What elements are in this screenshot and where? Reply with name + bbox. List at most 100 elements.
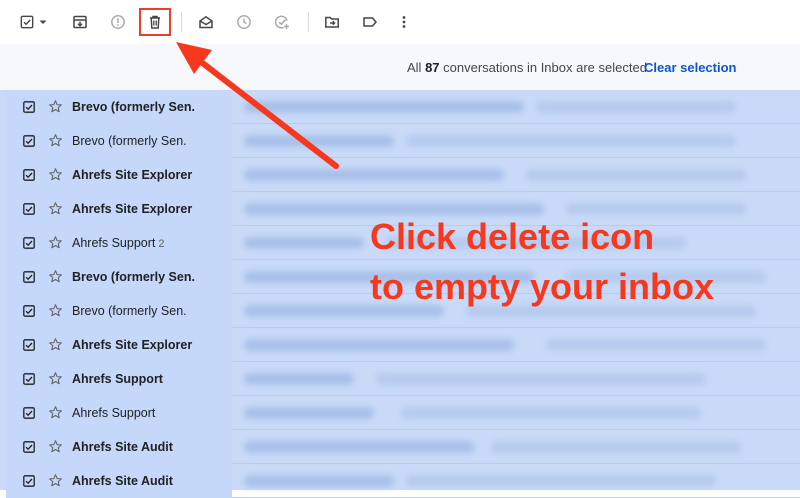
blurred-subject (244, 101, 524, 113)
blurred-snippet (376, 373, 706, 385)
select-all-dropdown[interactable] (14, 8, 54, 36)
star-icon[interactable] (48, 235, 63, 250)
star-icon[interactable] (48, 201, 63, 216)
checkbox-checked-icon[interactable] (23, 373, 35, 385)
checkbox-checked-icon[interactable] (23, 237, 35, 249)
blurred-subject (244, 339, 514, 351)
star-icon[interactable] (48, 473, 63, 488)
star-icon[interactable] (48, 167, 63, 182)
email-sender: Ahrefs Site Explorer (72, 168, 192, 182)
checkbox-checked-icon[interactable] (23, 271, 35, 283)
checkbox-checked-icon[interactable] (23, 305, 35, 317)
table-row[interactable]: Ahrefs Site Explorer (6, 328, 800, 362)
star-icon[interactable] (48, 371, 63, 386)
archive-button[interactable] (66, 8, 94, 36)
annotation-line-2: to empty your inbox (370, 266, 715, 307)
table-row[interactable]: Ahrefs Support (6, 396, 800, 430)
sender-name: Ahrefs Site Audit (72, 440, 173, 454)
sender-name: Brevo (formerly Sen. (72, 304, 187, 318)
annotation-text: Click delete icon to empty your inbox (370, 212, 714, 312)
blurred-subject (244, 169, 504, 181)
toolbar-divider (308, 12, 309, 32)
add-to-tasks-button[interactable] (268, 8, 296, 36)
add-to-tasks-icon (274, 15, 289, 29)
sender-name: Ahrefs Support (72, 372, 163, 386)
checkbox-checked-icon[interactable] (23, 203, 35, 215)
blurred-subject (244, 373, 354, 385)
sender-name: Brevo (formerly Sen. (72, 270, 195, 284)
clear-selection-link[interactable]: Clear selection (644, 60, 737, 75)
blurred-snippet (526, 169, 746, 181)
star-icon[interactable] (48, 303, 63, 318)
snooze-button[interactable] (230, 8, 258, 36)
email-sender: Brevo (formerly Sen. (72, 304, 187, 318)
blurred-snippet (536, 101, 736, 113)
report-spam-icon (111, 15, 125, 29)
delete-highlight-box (139, 8, 171, 36)
star-icon[interactable] (48, 99, 63, 114)
star-icon[interactable] (48, 439, 63, 454)
sender-name: Ahrefs Site Audit (72, 474, 173, 488)
sender-name: Ahrefs Support (72, 406, 156, 420)
checkbox-checked-icon[interactable] (23, 101, 35, 113)
blurred-snippet (546, 339, 766, 351)
blurred-subject (244, 237, 364, 249)
labels-button[interactable] (356, 8, 384, 36)
blurred-snippet (406, 475, 716, 487)
more-options-button[interactable] (390, 8, 418, 36)
blurred-subject (244, 407, 374, 419)
email-sender: Brevo (formerly Sen. (72, 134, 187, 148)
checkbox-checked-icon[interactable] (23, 339, 35, 351)
email-sender: Brevo (formerly Sen. (72, 270, 195, 284)
email-sender: Ahrefs Site Audit (72, 474, 173, 488)
checkbox-checked-icon[interactable] (23, 475, 35, 487)
email-sender: Ahrefs Support 2 (72, 236, 165, 250)
archive-icon (73, 15, 87, 29)
sender-name: Brevo (formerly Sen. (72, 100, 195, 114)
email-sender: Ahrefs Site Audit (72, 440, 173, 454)
star-icon[interactable] (48, 405, 63, 420)
blurred-subject (244, 135, 394, 147)
star-icon[interactable] (48, 269, 63, 284)
table-row[interactable]: Brevo (formerly Sen. (6, 124, 800, 158)
sender-name: Ahrefs Site Explorer (72, 202, 193, 216)
blurred-subject (244, 475, 394, 487)
table-row[interactable]: Ahrefs Site Audit (6, 464, 800, 498)
table-row[interactable]: Ahrefs Support (6, 362, 800, 396)
toolbar (0, 0, 800, 44)
blurred-subject (244, 441, 474, 453)
caret-down-icon (39, 20, 47, 24)
label-icon (363, 17, 377, 27)
checkbox-checked-icon[interactable] (23, 407, 35, 419)
checkbox-checked-icon[interactable] (23, 135, 35, 147)
more-icon (402, 16, 406, 28)
mark-read-icon (199, 15, 213, 29)
report-spam-button[interactable] (104, 8, 132, 36)
star-icon[interactable] (48, 133, 63, 148)
snooze-icon (237, 15, 251, 29)
email-sender: Brevo (formerly Sen. (72, 100, 195, 114)
thread-count: 2 (158, 238, 165, 250)
mark-as-read-button[interactable] (192, 8, 220, 36)
table-row[interactable]: Ahrefs Site Audit (6, 430, 800, 464)
move-to-icon (325, 16, 339, 28)
sender-name: Ahrefs Support (72, 236, 156, 250)
email-sender: Ahrefs Support (72, 406, 155, 420)
toolbar-divider (181, 12, 182, 32)
email-sender: Ahrefs Site Explorer (72, 202, 192, 216)
table-row[interactable]: Brevo (formerly Sen. (6, 90, 800, 124)
blurred-snippet (406, 135, 736, 147)
selection-banner: All 87 conversations in Inbox are select… (0, 44, 800, 90)
email-sender: Ahrefs Support (72, 372, 163, 386)
selected-count: 87 (425, 60, 440, 75)
move-to-button[interactable] (318, 8, 346, 36)
sender-name: Ahrefs Site Explorer (72, 168, 193, 182)
selection-status: All 87 conversations in Inbox are select… (407, 60, 651, 75)
table-row[interactable]: Ahrefs Site Explorer (6, 158, 800, 192)
email-sender: Ahrefs Site Explorer (72, 338, 192, 352)
annotation-line-1: Click delete icon (370, 216, 655, 257)
checkbox-checked-icon[interactable] (23, 169, 35, 181)
checkbox-checked-icon[interactable] (23, 441, 35, 453)
sender-name: Brevo (formerly Sen. (72, 134, 187, 148)
star-icon[interactable] (48, 337, 63, 352)
